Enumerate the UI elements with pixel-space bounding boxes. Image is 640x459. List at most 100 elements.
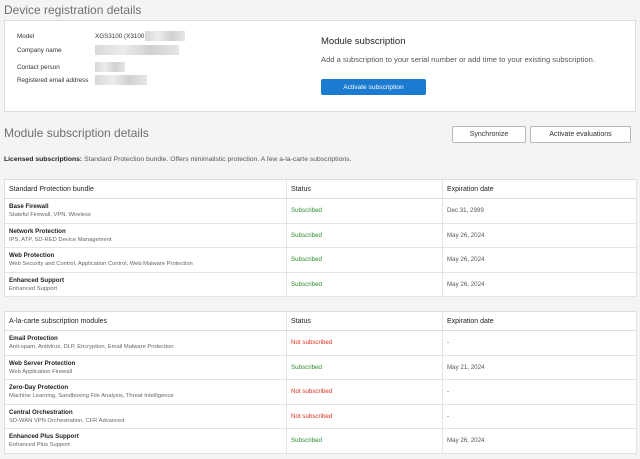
table-header-row: A-la-carte subscription modules Status E… — [4, 311, 637, 331]
column-header: Status — [286, 311, 443, 331]
redacted-block — [95, 75, 147, 85]
module-cell: Enhanced Support Enhanced Support — [4, 272, 287, 297]
module-description: Enhanced Plus Support — [9, 442, 70, 449]
expiration-cell: Dec 31, 2999 — [442, 198, 637, 224]
contact-row: Contact person — [17, 61, 125, 73]
table-row: Base Firewall Stateful Firewall, VPN, Wir… — [4, 198, 637, 224]
column-header: Expiration date — [442, 179, 637, 199]
redacted-block — [145, 31, 186, 41]
expiration-cell: - — [442, 330, 637, 356]
model-label: Model — [17, 32, 35, 40]
expiration-cell: May 21, 2024 — [442, 355, 637, 380]
activate-evaluations-button[interactable]: Activate evaluations — [530, 126, 631, 143]
device-registration-title: Device registration details — [4, 3, 142, 17]
table-row: Zero-Day Protection Machine Learning, San… — [4, 379, 637, 405]
column-header: Status — [286, 179, 443, 199]
module-cell: Base Firewall Stateful Firewall, VPN, Wir… — [4, 198, 287, 224]
module-subscription-description: Add a subscription to your serial number… — [321, 55, 595, 64]
contact-label: Contact person — [17, 63, 60, 71]
module-name: Base Firewall — [9, 203, 49, 211]
model-row: Model XGS3100 (X3100 — [17, 30, 186, 42]
module-name: Central Orchestration — [9, 408, 73, 416]
table-row: Enhanced Support Enhanced Support Subscrib… — [4, 272, 637, 297]
synchronize-button[interactable]: Synchronize — [452, 126, 526, 143]
module-description: Web Application Firewall — [9, 368, 73, 375]
status-cell: Not subscribed — [286, 404, 443, 429]
email-value — [95, 75, 147, 85]
expiration-cell: - — [442, 379, 637, 405]
module-name: Network Protection — [9, 227, 66, 235]
module-name: Enhanced Support — [9, 276, 65, 284]
module-description: Web Security and Control, Application Co… — [9, 261, 193, 268]
module-description: Stateful Firewall, VPN, Wireless — [9, 212, 91, 219]
module-subscription-title: Module subscription — [321, 36, 406, 47]
table-row: Web Protection Web Security and Control, … — [4, 247, 637, 273]
status-text: Subscribed — [291, 363, 322, 371]
table-row: Network Protection IPS, ATP, SD-RED Devic… — [4, 223, 637, 248]
status-cell: Subscribed — [286, 272, 443, 297]
licensed-subscriptions-text: Standard Protection bundle. Offers minim… — [84, 156, 352, 163]
module-description: Anti-spam, Antivirus, DLP, Encryption, E… — [9, 344, 174, 351]
expiration-date: - — [447, 388, 450, 396]
module-description: IPS, ATP, SD-RED Device Management — [9, 236, 112, 243]
table-row: Email Protection Anti-spam, Antivirus, DL… — [4, 330, 637, 356]
status-text: Subscribed — [291, 280, 322, 288]
module-cell: Network Protection IPS, ATP, SD-RED Devic… — [4, 223, 287, 248]
module-name: Web Server Protection — [9, 359, 76, 367]
module-cell: Email Protection Anti-spam, Antivirus, DL… — [4, 330, 287, 356]
module-description: Enhanced Support — [9, 285, 58, 292]
status-cell: Subscribed — [286, 355, 443, 380]
module-name: Enhanced Plus Support — [9, 433, 79, 441]
expiration-cell: - — [442, 404, 637, 429]
redacted-block — [95, 45, 179, 55]
model-value: XGS3100 (X3100 — [95, 31, 186, 41]
module-cell: Web Protection Web Security and Control, … — [4, 247, 287, 273]
module-description: SD-WAN VPN Orchestration, CFR Advanced — [9, 417, 125, 424]
module-name: Email Protection — [9, 335, 58, 343]
company-label: Company name — [17, 46, 62, 54]
expiration-date: May 26, 2024 — [447, 437, 485, 445]
module-cell: Web Server Protection Web Application Fir… — [4, 355, 287, 380]
status-text: Not subscribed — [291, 388, 333, 396]
expiration-date: May 26, 2024 — [447, 256, 485, 264]
alacarte-modules-table: A-la-carte subscription modules Status E… — [4, 311, 637, 454]
module-description: Machine Learning, Sandboxing File Analys… — [9, 393, 174, 400]
expiration-date: May 26, 2024 — [447, 280, 485, 288]
email-label: Registered email address — [17, 76, 89, 84]
status-cell: Subscribed — [286, 198, 443, 224]
module-cell: Enhanced Plus Support Enhanced Plus Suppo… — [4, 428, 287, 454]
redacted-block — [95, 62, 125, 72]
module-subscription-details-title: Module subscription details — [4, 126, 149, 140]
table-row: Enhanced Plus Support Enhanced Plus Suppo… — [4, 428, 637, 454]
column-header: Expiration date — [442, 311, 637, 331]
module-name: Web Protection — [9, 252, 55, 260]
licensed-subscriptions-line: Licensed subscriptions: Standard Protect… — [4, 156, 351, 163]
status-text: Subscribed — [291, 437, 322, 445]
table-row: Central Orchestration SD-WAN VPN Orchestr… — [4, 404, 637, 429]
status-text: Not subscribed — [291, 412, 333, 420]
status-cell: Subscribed — [286, 428, 443, 454]
standard-protection-table: Standard Protection bundle Status Expira… — [4, 179, 637, 297]
status-cell: Not subscribed — [286, 330, 443, 356]
expiration-cell: May 26, 2024 — [442, 223, 637, 248]
module-cell: Zero-Day Protection Machine Learning, San… — [4, 379, 287, 405]
status-cell: Not subscribed — [286, 379, 443, 405]
activate-subscription-button[interactable]: Activate subscription — [321, 79, 426, 95]
status-cell: Subscribed — [286, 247, 443, 273]
expiration-cell: May 26, 2024 — [442, 428, 637, 454]
expiration-date: Dec 31, 2999 — [447, 207, 484, 215]
expiration-cell: May 26, 2024 — [442, 272, 637, 297]
expiration-date: - — [447, 412, 450, 420]
expiration-date: - — [447, 339, 450, 347]
expiration-cell: May 26, 2024 — [442, 247, 637, 273]
table-row: Web Server Protection Web Application Fir… — [4, 355, 637, 380]
status-text: Subscribed — [291, 231, 322, 239]
licensed-subscriptions-label: Licensed subscriptions: — [4, 156, 83, 163]
status-text: Not subscribed — [291, 339, 333, 347]
device-registration-panel: Model XGS3100 (X3100 Company name Contac… — [4, 20, 636, 112]
expiration-date: May 21, 2024 — [447, 363, 485, 371]
contact-value — [95, 62, 125, 72]
column-header: Standard Protection bundle — [4, 179, 287, 199]
column-header: A-la-carte subscription modules — [4, 311, 287, 331]
expiration-date: May 26, 2024 — [447, 231, 485, 239]
